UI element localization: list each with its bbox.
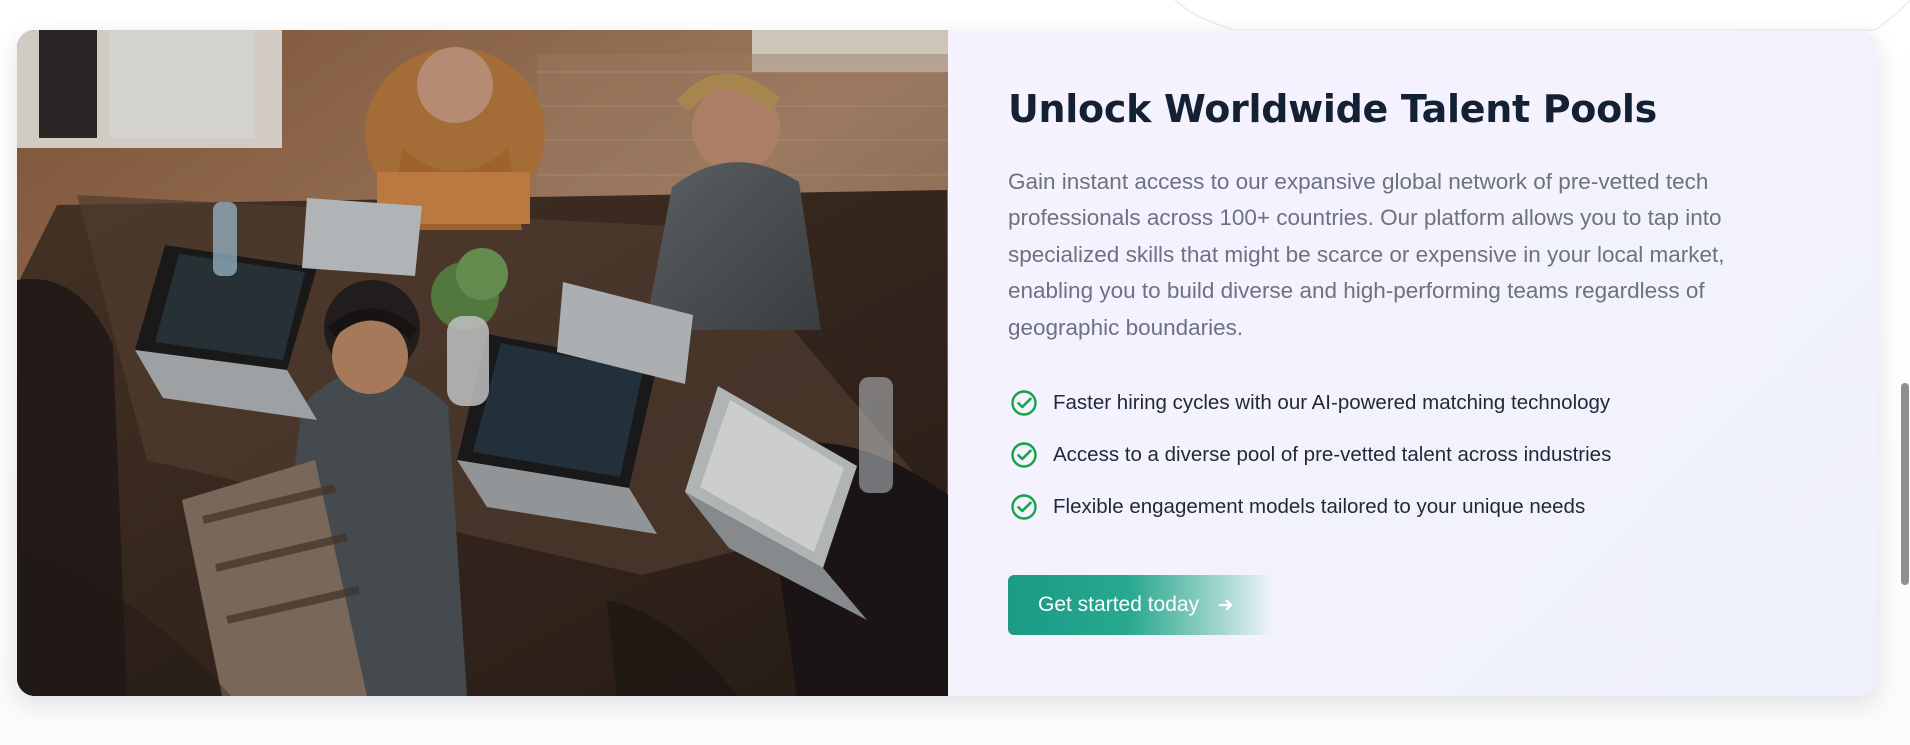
get-started-button-label: Get started today [1038,593,1200,616]
check-circle-icon [1008,491,1040,523]
arrow-right-icon [1215,594,1237,616]
feature-text: Faster hiring cycles with our AI-powered… [1053,390,1611,414]
content-panel: Unlock Worldwide Talent Pools Gain insta… [948,30,1877,696]
check-circle-icon [1008,439,1040,471]
feature-list: Faster hiring cycles with our AI-powered… [1008,386,1828,524]
feature-item: Access to a diverse pool of pre-vetted t… [1008,438,1828,472]
feature-item: Faster hiring cycles with our AI-powered… [1008,386,1828,420]
feature-item: Flexible engagement models tailored to y… [1008,490,1828,524]
feature-text: Access to a diverse pool of pre-vetted t… [1053,442,1612,466]
get-started-button[interactable]: Get started today [1008,575,1276,635]
cta-wrapper: Get started today [1008,575,1276,635]
scrollbar-thumb[interactable] [1901,383,1909,585]
vertical-scrollbar[interactable] [1900,0,1910,745]
section-title: Unlock Worldwide Talent Pools [1008,87,1657,131]
feature-text: Flexible engagement models tailored to y… [1053,494,1586,518]
check-circle-icon [1008,387,1040,419]
team-working-illustration [17,30,948,696]
talent-pools-card: Unlock Worldwide Talent Pools Gain insta… [17,30,1877,696]
team-working-photo [17,30,948,696]
section-description: Gain instant access to our expansive glo… [1008,168,1725,340]
